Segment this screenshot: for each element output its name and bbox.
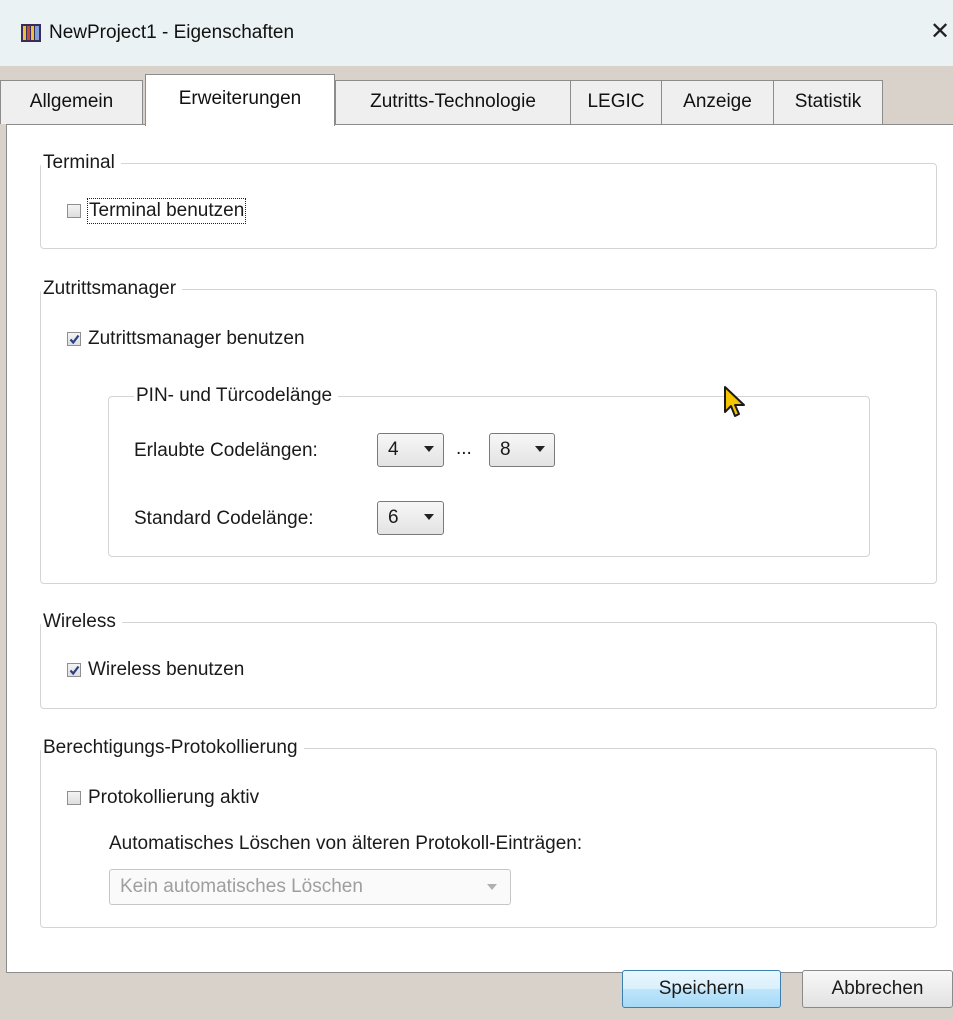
- title-bar: NewProject1 - Eigenschaften ✕: [0, 0, 953, 66]
- access-manager-legend: Zutrittsmanager: [41, 276, 183, 302]
- cancel-button[interactable]: Abbrechen: [802, 970, 953, 1008]
- auto-delete-value: Kein automatisches Löschen: [120, 876, 363, 897]
- auto-delete-select[interactable]: Kein automatisches Löschen: [109, 869, 511, 905]
- pin-code-length-legend: PIN- und Türcodelänge: [134, 383, 339, 409]
- tab-erweiterungen[interactable]: Erweiterungen: [145, 74, 335, 126]
- tab-statistik[interactable]: Statistik: [773, 80, 883, 124]
- logging-legend: Berechtigungs-Protokollierung: [41, 735, 304, 761]
- terminal-checkbox[interactable]: Terminal benutzen: [67, 198, 247, 224]
- terminal-legend: Terminal: [41, 150, 121, 176]
- wireless-group: Wireless Wireless benutzen: [40, 609, 937, 709]
- min-code-length-select[interactable]: 4: [377, 433, 444, 467]
- pin-code-length-group: PIN- und Türcodelänge Erlaubte Codelänge…: [108, 383, 870, 557]
- wireless-checkbox[interactable]: Wireless benutzen: [67, 658, 244, 682]
- terminal-checkbox-box[interactable]: [67, 204, 81, 218]
- tab-panel-erweiterungen: Terminal Terminal benutzen Zutrittsmanag…: [6, 124, 953, 973]
- access-manager-group: Zutrittsmanager Zutrittsmanager benutzen…: [40, 276, 937, 584]
- wireless-checkbox-label[interactable]: Wireless benutzen: [88, 658, 244, 682]
- wireless-checkbox-box[interactable]: [67, 663, 81, 677]
- access-manager-checkbox-label[interactable]: Zutrittsmanager benutzen: [88, 327, 305, 351]
- access-manager-checkbox[interactable]: Zutrittsmanager benutzen: [67, 327, 305, 351]
- tab-strip: Allgemein Erweiterungen Zutritts-Technol…: [0, 66, 953, 126]
- checkmark-icon: [69, 334, 80, 345]
- logging-checkbox-box[interactable]: [67, 791, 81, 805]
- mouse-cursor-icon: [724, 386, 745, 417]
- access-manager-checkbox-box[interactable]: [67, 332, 81, 346]
- default-code-length-label: Standard Codelänge:: [134, 508, 314, 529]
- auto-delete-label: Automatisches Löschen von älteren Protok…: [109, 833, 583, 854]
- chevron-down-icon: [487, 884, 497, 890]
- max-code-length-value: 8: [500, 439, 511, 460]
- logging-group: Berechtigungs-Protokollierung Protokolli…: [40, 735, 937, 928]
- save-button[interactable]: Speichern: [622, 970, 781, 1008]
- wireless-legend: Wireless: [41, 609, 122, 635]
- logging-checkbox[interactable]: Protokollierung aktiv: [67, 786, 259, 810]
- project-properties-icon: [21, 24, 41, 42]
- max-code-length-select[interactable]: 8: [489, 433, 555, 467]
- allowed-code-lengths-label: Erlaubte Codelängen:: [134, 440, 318, 461]
- chevron-down-icon: [535, 446, 545, 452]
- terminal-checkbox-label[interactable]: Terminal benutzen: [86, 198, 247, 224]
- tab-legic[interactable]: LEGIC: [570, 80, 662, 124]
- tab-zutritts-technologie[interactable]: Zutritts-Technologie: [335, 80, 571, 124]
- tab-allgemein[interactable]: Allgemein: [0, 80, 143, 124]
- min-code-length-value: 4: [388, 439, 399, 460]
- tab-anzeige[interactable]: Anzeige: [661, 80, 774, 124]
- range-separator: ...: [456, 438, 472, 459]
- terminal-group: Terminal Terminal benutzen: [40, 150, 937, 249]
- window-title: NewProject1 - Eigenschaften: [49, 22, 295, 43]
- chevron-down-icon: [424, 446, 434, 452]
- checkmark-icon: [69, 665, 80, 676]
- chevron-down-icon: [424, 514, 434, 520]
- close-icon[interactable]: ✕: [930, 20, 950, 44]
- default-code-length-select[interactable]: 6: [377, 501, 444, 535]
- default-code-length-value: 6: [388, 507, 399, 528]
- logging-checkbox-label[interactable]: Protokollierung aktiv: [88, 786, 259, 810]
- dialog-frame: Allgemein Erweiterungen Zutritts-Technol…: [0, 66, 953, 1019]
